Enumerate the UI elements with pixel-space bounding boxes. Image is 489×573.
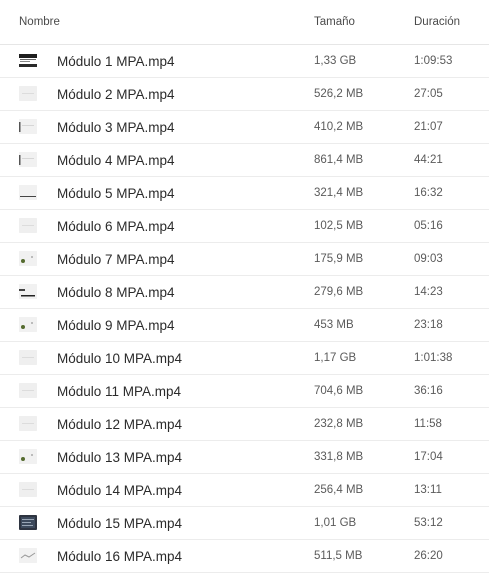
- file-row[interactable]: Módulo 2 MPA.mp4 526,2 MB 27:05: [0, 78, 489, 111]
- file-size: 704,6 MB: [314, 385, 364, 397]
- video-thumbnail-icon: [19, 86, 37, 101]
- video-thumbnail-icon: [19, 482, 37, 497]
- file-duration: 05:16: [414, 220, 443, 232]
- file-duration: 16:32: [414, 187, 443, 199]
- file-duration: 26:20: [414, 550, 443, 562]
- file-name: Módulo 13 MPA.mp4: [57, 449, 183, 465]
- file-row[interactable]: Módulo 15 MPA.mp4 1,01 GB 53:12: [0, 507, 489, 540]
- video-thumbnail-icon: [19, 251, 37, 266]
- file-name: Módulo 3 MPA.mp4: [57, 119, 175, 135]
- column-header-name[interactable]: Nombre: [19, 16, 60, 28]
- file-duration: 23:18: [414, 319, 443, 331]
- video-thumbnail-icon: [19, 152, 37, 167]
- file-duration: 1:01:38: [414, 352, 453, 364]
- file-duration: 36:16: [414, 385, 443, 397]
- file-duration: 53:12: [414, 517, 443, 529]
- file-row[interactable]: Módulo 3 MPA.mp4 410,2 MB 21:07: [0, 111, 489, 144]
- video-thumbnail-icon: [19, 218, 37, 233]
- file-duration: 44:21: [414, 154, 443, 166]
- file-size: 1,17 GB: [314, 352, 357, 364]
- file-size: 526,2 MB: [314, 88, 364, 100]
- file-name: Módulo 7 MPA.mp4: [57, 251, 175, 267]
- column-header-size[interactable]: Tamaño: [314, 16, 355, 28]
- file-name: Módulo 6 MPA.mp4: [57, 218, 175, 234]
- file-row[interactable]: Módulo 12 MPA.mp4 232,8 MB 11:58: [0, 408, 489, 441]
- file-row[interactable]: Módulo 11 MPA.mp4 704,6 MB 36:16: [0, 375, 489, 408]
- file-name: Módulo 11 MPA.mp4: [57, 383, 182, 399]
- video-thumbnail-icon: [19, 416, 37, 431]
- file-name: Módulo 9 MPA.mp4: [57, 317, 175, 333]
- file-duration: 17:04: [414, 451, 443, 463]
- file-list: Nombre Tamaño Duración Módulo 1 MPA.mp4 1…: [0, 0, 489, 573]
- file-size: 256,4 MB: [314, 484, 364, 496]
- file-row[interactable]: Módulo 8 MPA.mp4 279,6 MB 14:23: [0, 276, 489, 309]
- file-row[interactable]: Módulo 16 MPA.mp4 511,5 MB 26:20: [0, 540, 489, 573]
- video-thumbnail-icon: [19, 515, 37, 530]
- column-header-duration[interactable]: Duración: [414, 16, 460, 28]
- video-thumbnail-icon: [19, 317, 37, 332]
- file-duration: 09:03: [414, 253, 443, 265]
- video-thumbnail-icon: [19, 350, 37, 365]
- file-size: 1,01 GB: [314, 517, 357, 529]
- file-size: 1,33 GB: [314, 55, 357, 67]
- file-duration: 14:23: [414, 286, 443, 298]
- file-name: Módulo 14 MPA.mp4: [57, 482, 183, 498]
- file-name: Módulo 2 MPA.mp4: [57, 86, 175, 102]
- file-row[interactable]: Módulo 10 MPA.mp4 1,17 GB 1:01:38: [0, 342, 489, 375]
- video-thumbnail-icon: [19, 185, 37, 200]
- file-name: Módulo 8 MPA.mp4: [57, 284, 175, 300]
- file-size: 331,8 MB: [314, 451, 364, 463]
- file-duration: 11:58: [414, 418, 442, 430]
- file-size: 232,8 MB: [314, 418, 364, 430]
- file-size: 410,2 MB: [314, 121, 364, 133]
- video-thumbnail-icon: [19, 119, 37, 134]
- file-row[interactable]: Módulo 7 MPA.mp4 175,9 MB 09:03: [0, 243, 489, 276]
- file-duration: 13:11: [414, 484, 442, 496]
- file-row[interactable]: Módulo 1 MPA.mp4 1,33 GB 1:09:53: [0, 45, 489, 78]
- file-size: 279,6 MB: [314, 286, 364, 298]
- file-row[interactable]: Módulo 13 MPA.mp4 331,8 MB 17:04: [0, 441, 489, 474]
- file-name: Módulo 1 MPA.mp4: [57, 53, 175, 69]
- video-thumbnail-icon: [19, 449, 37, 464]
- file-name: Módulo 16 MPA.mp4: [57, 548, 183, 564]
- file-size: 511,5 MB: [314, 550, 363, 562]
- video-thumbnail-icon: [19, 383, 37, 398]
- file-size: 321,4 MB: [314, 187, 364, 199]
- file-name: Módulo 15 MPA.mp4: [57, 515, 183, 531]
- file-duration: 1:09:53: [414, 55, 453, 67]
- file-name: Módulo 5 MPA.mp4: [57, 185, 175, 201]
- file-row[interactable]: Módulo 6 MPA.mp4 102,5 MB 05:16: [0, 210, 489, 243]
- file-size: 175,9 MB: [314, 253, 364, 265]
- list-header: Nombre Tamaño Duración: [0, 0, 489, 45]
- file-size: 861,4 MB: [314, 154, 364, 166]
- file-duration: 27:05: [414, 88, 443, 100]
- file-name: Módulo 10 MPA.mp4: [57, 350, 183, 366]
- file-rows: Módulo 1 MPA.mp4 1,33 GB 1:09:53 Módulo 2 M…: [0, 45, 489, 573]
- video-thumbnail-icon: [19, 284, 37, 299]
- video-thumbnail-icon: [19, 53, 37, 68]
- file-row[interactable]: Módulo 14 MPA.mp4 256,4 MB 13:11: [0, 474, 489, 507]
- file-duration: 21:07: [414, 121, 443, 133]
- file-row[interactable]: Módulo 4 MPA.mp4 861,4 MB 44:21: [0, 144, 489, 177]
- file-size: 102,5 MB: [314, 220, 364, 232]
- file-row[interactable]: Módulo 9 MPA.mp4 453 MB 23:18: [0, 309, 489, 342]
- file-name: Módulo 4 MPA.mp4: [57, 152, 175, 168]
- file-row[interactable]: Módulo 5 MPA.mp4 321,4 MB 16:32: [0, 177, 489, 210]
- file-name: Módulo 12 MPA.mp4: [57, 416, 183, 432]
- video-thumbnail-icon: [19, 548, 37, 563]
- file-size: 453 MB: [314, 319, 354, 331]
